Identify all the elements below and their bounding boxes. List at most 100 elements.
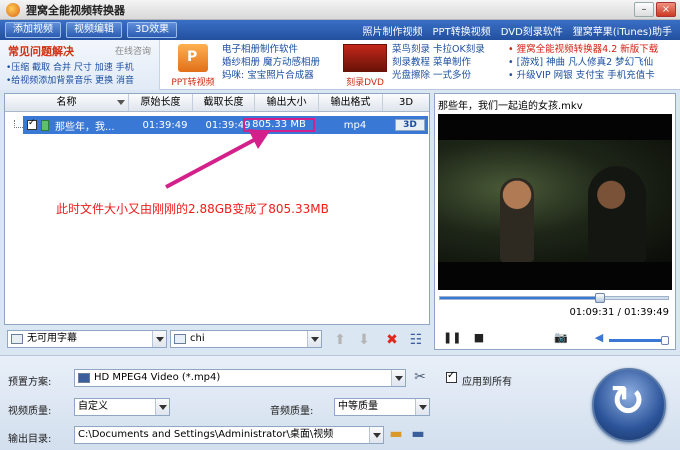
subtitle-dropdown-button[interactable] [152,331,166,347]
output-dir-input[interactable]: C:\Documents and Settings\Administrator\… [74,426,384,444]
annotation-arrow [165,129,270,189]
ad-link[interactable]: 妈咪: 宝宝照片合成器 [222,69,320,82]
seek-thumb[interactable] [594,293,605,303]
sort-arrow-icon [117,100,125,105]
preset-dropdown-button[interactable] [391,370,405,386]
subtitle-select[interactable]: 无可用字幕 [7,330,167,348]
video-quality-value: 自定义 [78,401,108,412]
online-consult-link[interactable]: 在线咨询 [115,44,151,57]
ppt-logo-icon [178,44,208,72]
column-header-name[interactable]: 名称 [5,94,129,111]
ppt-ad-caption: PPT转视频 [171,78,215,88]
dvd-logo-icon [343,44,387,72]
snapshot-icon[interactable]: 📷 [553,331,569,345]
faq-links-2[interactable]: •给视频添加背景音乐 更换 消音 [6,73,134,86]
burn-dvd-ad[interactable]: 刻录DVD [340,44,390,88]
main-tabbar: 添加视频 视频编辑 3D效果 照片制作视频 PPT转换视频 DVD刻录软件 狸窝… [0,20,680,40]
ad-link[interactable]: 电子相册制作软件 [222,43,320,56]
column-header-output-size[interactable]: 输出大小 [255,94,319,111]
volume-thumb[interactable] [661,336,669,345]
audio-dropdown-button[interactable] [307,331,321,347]
faq-title: 常见问题解决 [8,45,74,58]
audio-track-value: chi [190,333,205,344]
convert-start-button[interactable] [592,368,666,442]
video-preview[interactable] [438,114,672,290]
column-header-original-length[interactable]: 原始长度 [129,94,193,111]
link-dvd-burn[interactable]: DVD刻录软件 [501,23,563,38]
ad-strip: 常见问题解决 在线咨询 •压缩 截取 合并 尺寸 加速 手机 •给视频添加背景音… [0,40,680,90]
ad-column-album: 电子相册制作软件 婚纱相册 魔方动感相册 妈咪: 宝宝照片合成器 [222,43,320,82]
column-header-3d[interactable]: 3D [383,94,429,111]
column-header-cut-length[interactable]: 截取长度 [193,94,255,111]
folder-open-icon[interactable]: ▬ [388,426,404,442]
audio-quality-select[interactable]: 中等质量 [334,398,430,416]
row-checkbox[interactable] [27,118,37,130]
video-quality-dropdown-button[interactable] [155,399,169,415]
settings-tools-icon[interactable]: ✂ [412,369,428,385]
window-controls: – × [634,2,676,17]
output-dir-dropdown-button[interactable] [369,427,383,443]
seek-progress [440,297,600,299]
output-dir-label: 输出目录: [8,434,52,445]
preview-file-title: 那些年，我们一起追的女孩.mkv [438,101,583,112]
delete-icon[interactable]: ✖ [384,332,400,348]
video-figure [500,178,534,262]
volume-slider[interactable] [609,336,669,345]
move-up-icon[interactable]: ⬆ [332,332,348,348]
ad-link[interactable]: 刻录教程 菜单制作 [392,56,485,69]
preset-label: 预置方案: [8,377,52,388]
column-label: 名称 [56,97,77,108]
annotation-text: 此时文件大小又由刚刚的2.88GB变成了805.33MB [56,202,329,216]
column-header-output-format[interactable]: 输出格式 [319,94,383,111]
close-button[interactable]: × [656,2,676,17]
ad-link[interactable]: 菜鸟刻录 卡拉OK刻录 [392,43,485,56]
move-down-icon[interactable]: ⬇ [356,332,372,348]
tab-video-edit[interactable]: 视频编辑 [66,22,122,38]
subtitle-icon [11,334,23,344]
ad-link[interactable]: • 狸窝全能视频转换器4.2 新版下载 [508,43,658,56]
ad-link[interactable]: • 升级VIP 网银 支付宝 手机充值卡 [508,69,658,82]
apply-all-label: 应用到所有 [462,377,512,388]
link-ppt-video[interactable]: PPT转换视频 [433,23,491,38]
output-dir-value: C:\Documents and Settings\Administrator\… [78,429,334,440]
ad-link[interactable]: • [游戏] 神曲 凡人修真2 梦幻飞仙 [508,56,658,69]
ad-link[interactable]: 婚纱相册 魔方动感相册 [222,56,320,69]
window-title: 狸窝全能视频转换器 [26,3,125,17]
ad-link[interactable]: 光盘擦除 一式多份 [392,69,485,82]
faq-panel: 常见问题解决 在线咨询 •压缩 截取 合并 尺寸 加速 手机 •给视频添加背景音… [0,40,160,90]
clear-list-icon[interactable]: ☷ [408,332,424,348]
subtitle-value: 无可用字幕 [27,333,77,344]
tree-connector [14,120,23,128]
audio-quality-value: 中等质量 [338,401,378,412]
ad-column-burn: 菜鸟刻录 卡拉OK刻录 刻录教程 菜单制作 光盘擦除 一式多份 [392,43,485,82]
pause-icon[interactable]: ❚❚ [443,331,461,345]
audio-track-select[interactable]: chi [170,330,322,348]
minimize-button[interactable]: – [634,2,654,17]
ad-column-news: • 狸窝全能视频转换器4.2 新版下载 • [游戏] 神曲 凡人修真2 梦幻飞仙… [508,43,658,82]
video-file-icon [41,119,49,131]
audio-quality-dropdown-button[interactable] [415,399,429,415]
subtitle-bar: 无可用字幕 chi ⬆ ⬇ ✖ ☷ [4,326,430,352]
stop-icon[interactable]: ■ [471,331,487,345]
preset-select[interactable]: HD MPEG4 Video (*.mp4) [74,369,406,387]
top-links: 照片制作视频 PPT转换视频 DVD刻录软件 狸窝苹果(iTunes)助手 [363,23,672,38]
audio-track-icon [174,334,186,344]
apply-all-checkbox[interactable] [446,370,457,383]
preview-panel: 那些年，我们一起追的女孩.mkv 01:09:31 / 01:39:49 ❚❚ … [434,93,676,350]
3d-badge[interactable]: 3D [395,119,425,131]
video-quality-select[interactable]: 自定义 [74,398,170,416]
output-format: mp4 [343,119,367,131]
tab-add-video[interactable]: 添加视频 [5,22,61,38]
volume-icon[interactable]: ◀ [591,331,607,345]
ppt-video-ad[interactable]: PPT转视频 [170,44,216,88]
seek-bar[interactable] [439,293,669,303]
browse-folder-icon[interactable]: ▬ [410,426,426,442]
file-name: 那些年，我... [55,121,115,133]
link-photo-video[interactable]: 照片制作视频 [363,23,423,38]
faq-links-1[interactable]: •压缩 截取 合并 尺寸 加速 手机 [6,60,134,73]
link-itunes-helper[interactable]: 狸窝苹果(iTunes)助手 [573,23,672,38]
file-list-header: 名称 原始长度 截取长度 输出大小 输出格式 3D [5,94,429,112]
video-frame-image [438,140,672,262]
app-window: 狸窝全能视频转换器 – × 添加视频 视频编辑 3D效果 照片制作视频 PPT转… [0,0,680,450]
tab-3d-effect[interactable]: 3D效果 [127,22,178,38]
